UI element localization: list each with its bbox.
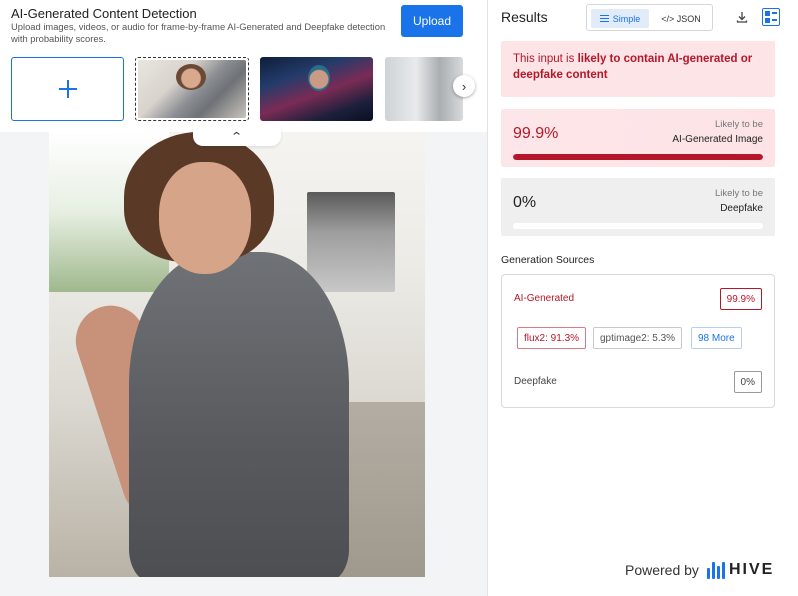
json-view-button[interactable]: </> JSON	[653, 9, 709, 28]
score-bar	[513, 154, 763, 160]
likely-label: Likely to be	[714, 188, 763, 199]
thumbnail-image	[138, 60, 246, 118]
likely-target: AI-Generated Image	[672, 134, 763, 145]
results-panel: Results Simple </> JSON This input is li…	[487, 0, 798, 596]
page-title: AI-Generated Content Detection	[11, 6, 197, 21]
plus-icon	[58, 80, 77, 98]
page-subtitle: Upload images, videos, or audio for fram…	[11, 21, 386, 44]
hive-logo[interactable]: HIVE	[706, 561, 775, 579]
analyzed-image	[49, 132, 425, 577]
ai-generated-score-card: 99.9% Likely to be AI-Generated Image	[501, 109, 775, 167]
chevron-up-icon: ⌃	[230, 130, 244, 143]
generation-sources-title: Generation Sources	[501, 254, 595, 266]
verdict-banner: This input is likely to contain AI-gener…	[501, 41, 775, 97]
list-icon	[599, 14, 609, 23]
thumbnail-selected[interactable]	[135, 57, 249, 121]
download-icon[interactable]	[736, 11, 748, 23]
score-bar-fill	[513, 154, 763, 160]
source-chip-flux2[interactable]: flux2: 91.3%	[517, 327, 587, 349]
view-toggle: Simple </> JSON	[586, 4, 713, 31]
verdict-prefix: This input is	[513, 53, 578, 65]
upload-header: AI-Generated Content Detection Upload im…	[0, 0, 487, 132]
thumbnail[interactable]	[260, 57, 373, 121]
hive-bars-icon	[706, 561, 725, 579]
thumbnail[interactable]	[385, 57, 463, 121]
source-chip-gptimage2[interactable]: gptimage2: 5.3%	[593, 327, 683, 349]
score-value: 0%	[513, 194, 537, 211]
likely-target: Deepfake	[720, 203, 763, 214]
powered-by-footer: Powered by HIVE	[625, 561, 774, 579]
ai-generated-value-badge: 99.9%	[719, 288, 762, 310]
results-title: Results	[501, 9, 548, 25]
score-bar	[513, 223, 763, 229]
more-sources-button[interactable]: 98 More	[691, 327, 742, 349]
likely-label: Likely to be	[714, 119, 763, 130]
simple-view-button[interactable]: Simple	[591, 9, 649, 28]
deepfake-label: Deepfake	[514, 376, 557, 387]
deepfake-value-badge: 0%	[733, 371, 762, 393]
deepfake-score-card: 0% Likely to be Deepfake	[501, 178, 775, 236]
powered-by-text: Powered by	[625, 562, 699, 578]
simple-view-label: Simple	[612, 13, 641, 24]
generation-sources-box: AI-Generated 99.9% flux2: 91.3% gptimage…	[501, 274, 775, 408]
upload-button[interactable]: Upload	[401, 5, 463, 37]
media-panel: AI-Generated Content Detection Upload im…	[0, 0, 487, 596]
chevron-right-icon[interactable]: ›	[453, 75, 475, 97]
photo-dress	[129, 252, 349, 577]
hive-wordmark: HIVE	[728, 561, 775, 578]
photo-stove	[307, 192, 395, 292]
layout-icon[interactable]	[762, 8, 780, 26]
ai-generated-label: AI-Generated	[514, 293, 575, 304]
photo-face	[159, 162, 251, 274]
score-value: 99.9%	[513, 125, 559, 142]
add-media-button[interactable]	[11, 57, 124, 121]
collapse-gallery-button[interactable]: ⌃	[193, 126, 281, 146]
